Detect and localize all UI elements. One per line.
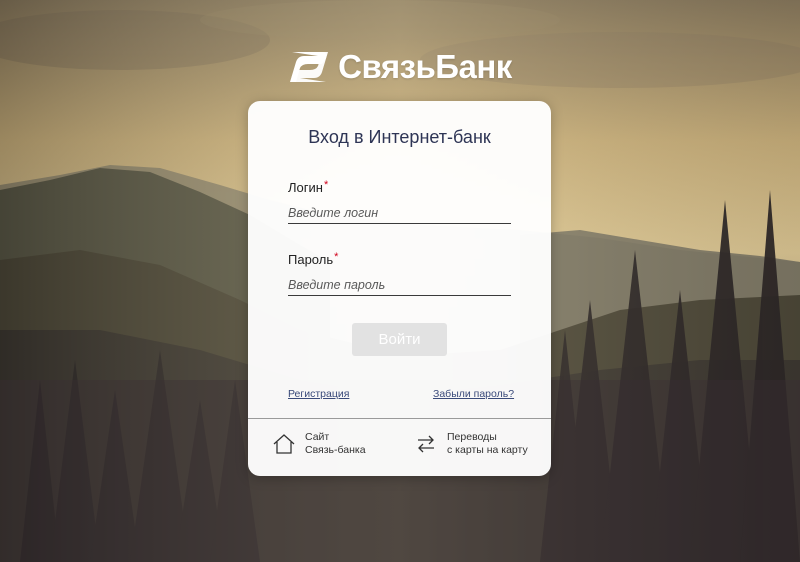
transfer-arrows-icon [418,435,434,453]
forgot-password-link[interactable]: Забыли пароль? [433,388,514,400]
divider [248,418,551,419]
brand-logo: СвязьБанк [0,48,800,86]
bank-site-text: Сайт Связь-банка [305,431,366,457]
bank-site-line2: Связь-банка [305,444,366,456]
required-mark: * [323,179,329,191]
brand-name: СвязьБанк [338,48,512,85]
home-icon [273,434,295,454]
card-transfer-line1: Переводы [447,431,497,443]
password-input[interactable] [288,275,511,296]
card-transfer-line2: с карты на карту [447,444,528,456]
bank-site-line1: Сайт [305,431,330,443]
login-title: Вход в Интернет-банк [308,127,491,147]
bank-site-link[interactable]: Сайт Связь-банка [272,431,366,457]
login-input[interactable] [288,203,511,224]
required-mark: * [334,251,339,263]
login-label: Логин* [288,179,328,195]
register-link[interactable]: Регистрация [288,388,349,400]
login-label-text: Логин [288,180,323,195]
password-label: Пароль* [288,251,338,267]
password-label-text: Пароль [288,252,334,267]
card-transfer-text: Переводы с карты на карту [447,431,528,457]
login-button[interactable]: Войти [352,323,447,356]
card-transfer-link[interactable]: Переводы с карты на карту [414,431,528,457]
login-card: Вход в Интернет-банк Логин* Пароль* Войт… [248,101,551,476]
svyazbank-logo-icon [290,52,329,82]
